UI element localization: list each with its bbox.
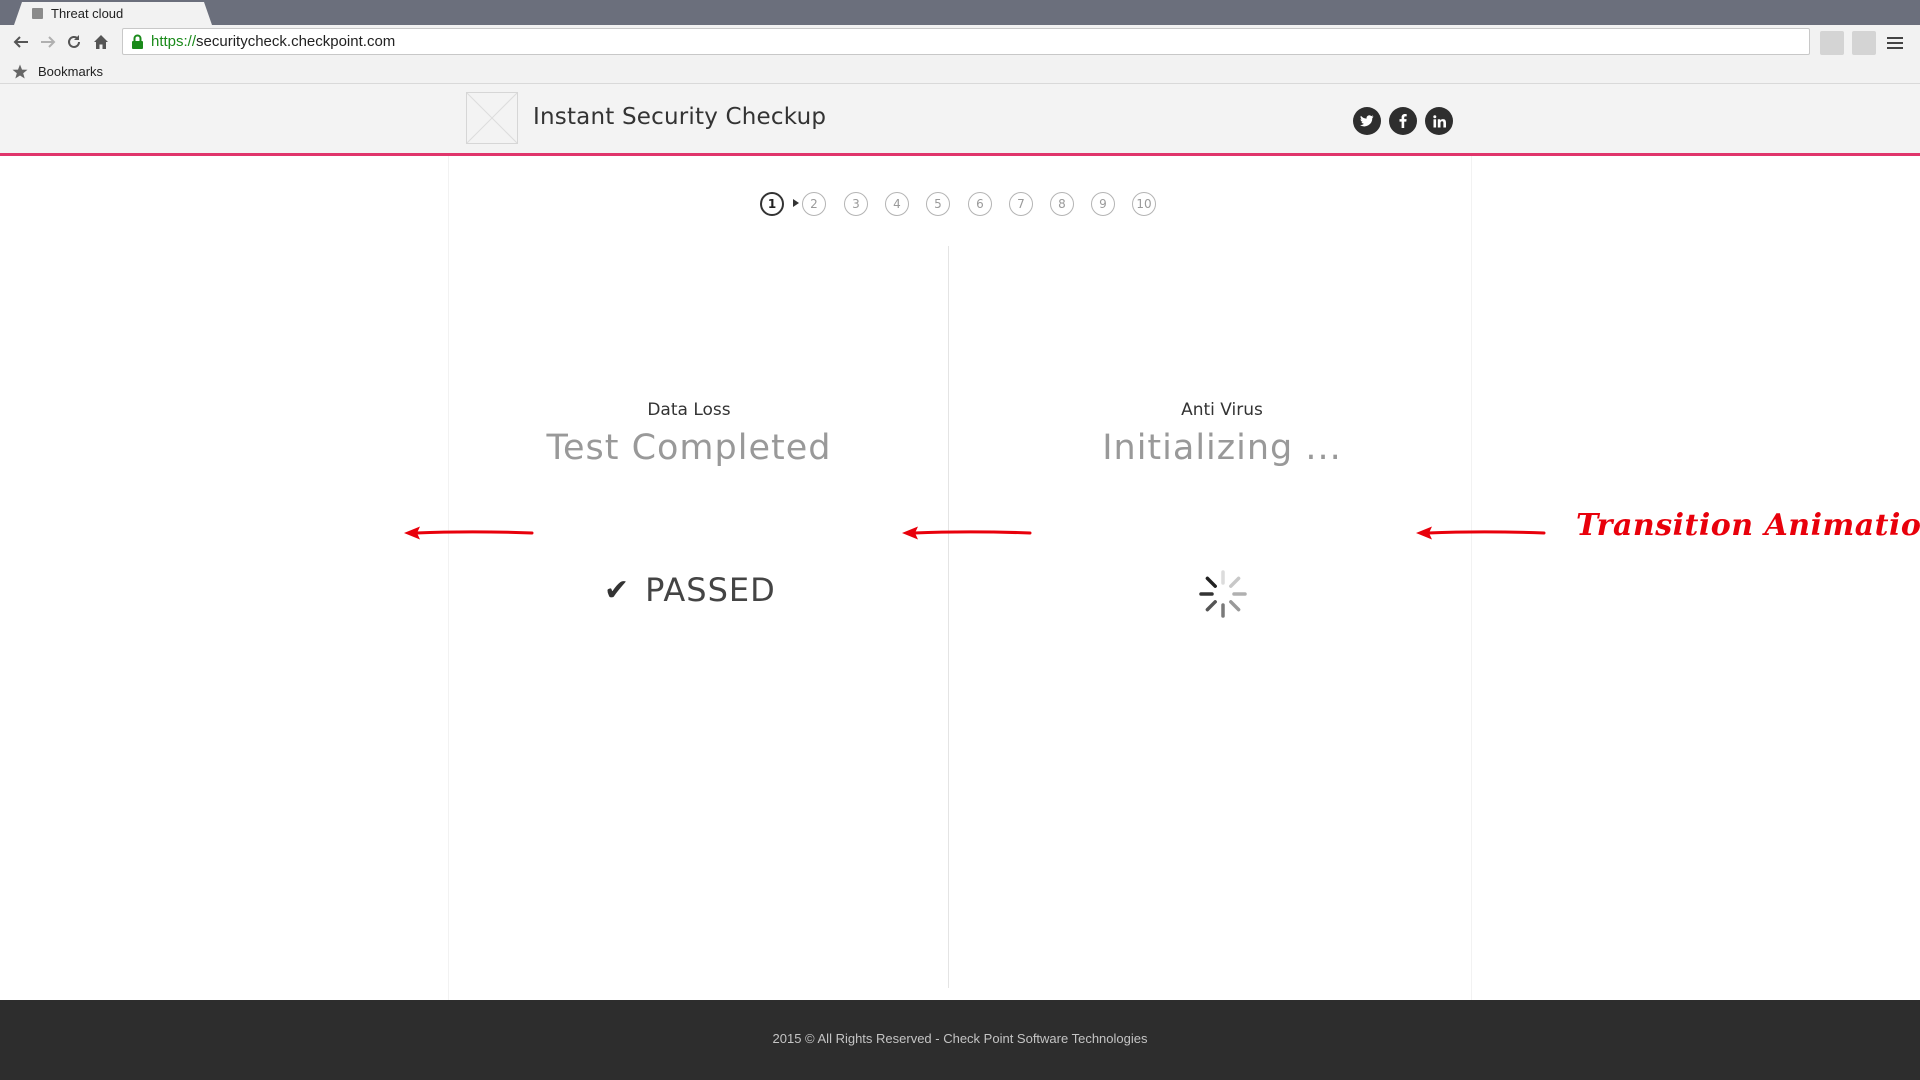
anti-virus-test-status: Initializing ... <box>1102 428 1342 468</box>
footer-copyright: 2015 © All Rights Reserved - Check Point… <box>772 1031 1148 1046</box>
image-placeholder-icon <box>466 92 518 144</box>
step-1[interactable]: 1 <box>760 192 784 216</box>
facebook-share-button[interactable] <box>1389 107 1417 135</box>
header-accent-bar <box>0 153 1920 156</box>
page-favicon-icon <box>32 8 43 19</box>
step-3[interactable]: 3 <box>844 192 868 216</box>
lock-icon <box>132 34 143 49</box>
step-9[interactable]: 9 <box>1091 192 1115 216</box>
tab-title: Threat cloud <box>51 6 124 21</box>
reload-icon <box>68 35 80 48</box>
linkedin-icon <box>1432 114 1446 127</box>
anti-virus-test-label: Anti Virus <box>1181 400 1263 420</box>
loading-spinner-icon <box>1199 570 1247 618</box>
twitter-icon <box>1360 115 1374 127</box>
url-host: securitycheck.checkpoint.com <box>196 33 396 50</box>
browser-tab[interactable]: Threat cloud <box>14 2 212 25</box>
step-indicator: 1 2 3 4 5 6 7 8 9 10 <box>760 192 1160 220</box>
page-title: Instant Security Checkup <box>533 104 827 130</box>
transition-arrow-icon <box>404 526 534 540</box>
bookmarks-bar: Bookmarks <box>0 60 1920 84</box>
hamburger-menu-icon <box>1887 37 1903 49</box>
step-10[interactable]: 10 <box>1132 192 1156 216</box>
home-icon <box>94 35 108 49</box>
step-2[interactable]: 2 <box>802 192 826 216</box>
reload-button[interactable] <box>61 29 87 55</box>
step-6[interactable]: 6 <box>968 192 992 216</box>
facebook-icon <box>1399 114 1407 128</box>
result-passed-text: PASSED <box>645 571 776 609</box>
step-8[interactable]: 8 <box>1050 192 1074 216</box>
address-bar[interactable]: https://securitycheck.checkpoint.com <box>122 28 1810 55</box>
step-4[interactable]: 4 <box>885 192 909 216</box>
browser-tabstrip: Threat cloud <box>0 0 1920 25</box>
transition-animation-annotation: Transition Animation <box>1576 508 1920 543</box>
url-scheme: https:// <box>151 33 197 50</box>
back-button[interactable] <box>8 29 34 55</box>
browser-menu-button[interactable] <box>1883 31 1907 55</box>
forward-arrow-icon <box>41 36 56 48</box>
back-arrow-icon <box>13 36 28 48</box>
data-loss-test-label: Data Loss <box>647 400 731 420</box>
home-button[interactable] <box>88 29 114 55</box>
data-loss-test-status: Test Completed <box>546 428 832 468</box>
logo-image-placeholder <box>466 92 518 144</box>
forward-button[interactable] <box>35 29 61 55</box>
browser-toolbar: https://securitycheck.checkpoint.com <box>0 25 1920 60</box>
site-footer: 2015 © All Rights Reserved - Check Point… <box>0 1000 1920 1080</box>
content-left-guide <box>448 156 449 1000</box>
bookmarks-label[interactable]: Bookmarks <box>38 64 103 79</box>
transition-arrow-icon <box>902 526 1032 540</box>
test-result: ✔ PASSED <box>604 570 776 610</box>
extension-button-2[interactable] <box>1852 31 1876 55</box>
checkmark-icon: ✔ <box>604 572 630 608</box>
linkedin-share-button[interactable] <box>1425 107 1453 135</box>
step-5[interactable]: 5 <box>926 192 950 216</box>
panel-divider <box>948 246 949 988</box>
site-header: Instant Security Checkup <box>0 84 1920 153</box>
star-icon <box>12 64 28 79</box>
step-7[interactable]: 7 <box>1009 192 1033 216</box>
transition-arrow-icon <box>1416 526 1546 540</box>
extension-button-1[interactable] <box>1820 31 1844 55</box>
twitter-share-button[interactable] <box>1353 107 1381 135</box>
current-step-pointer-icon <box>793 199 799 207</box>
url-text: https://securitycheck.checkpoint.com <box>151 33 395 50</box>
content-right-guide <box>1471 156 1472 1000</box>
